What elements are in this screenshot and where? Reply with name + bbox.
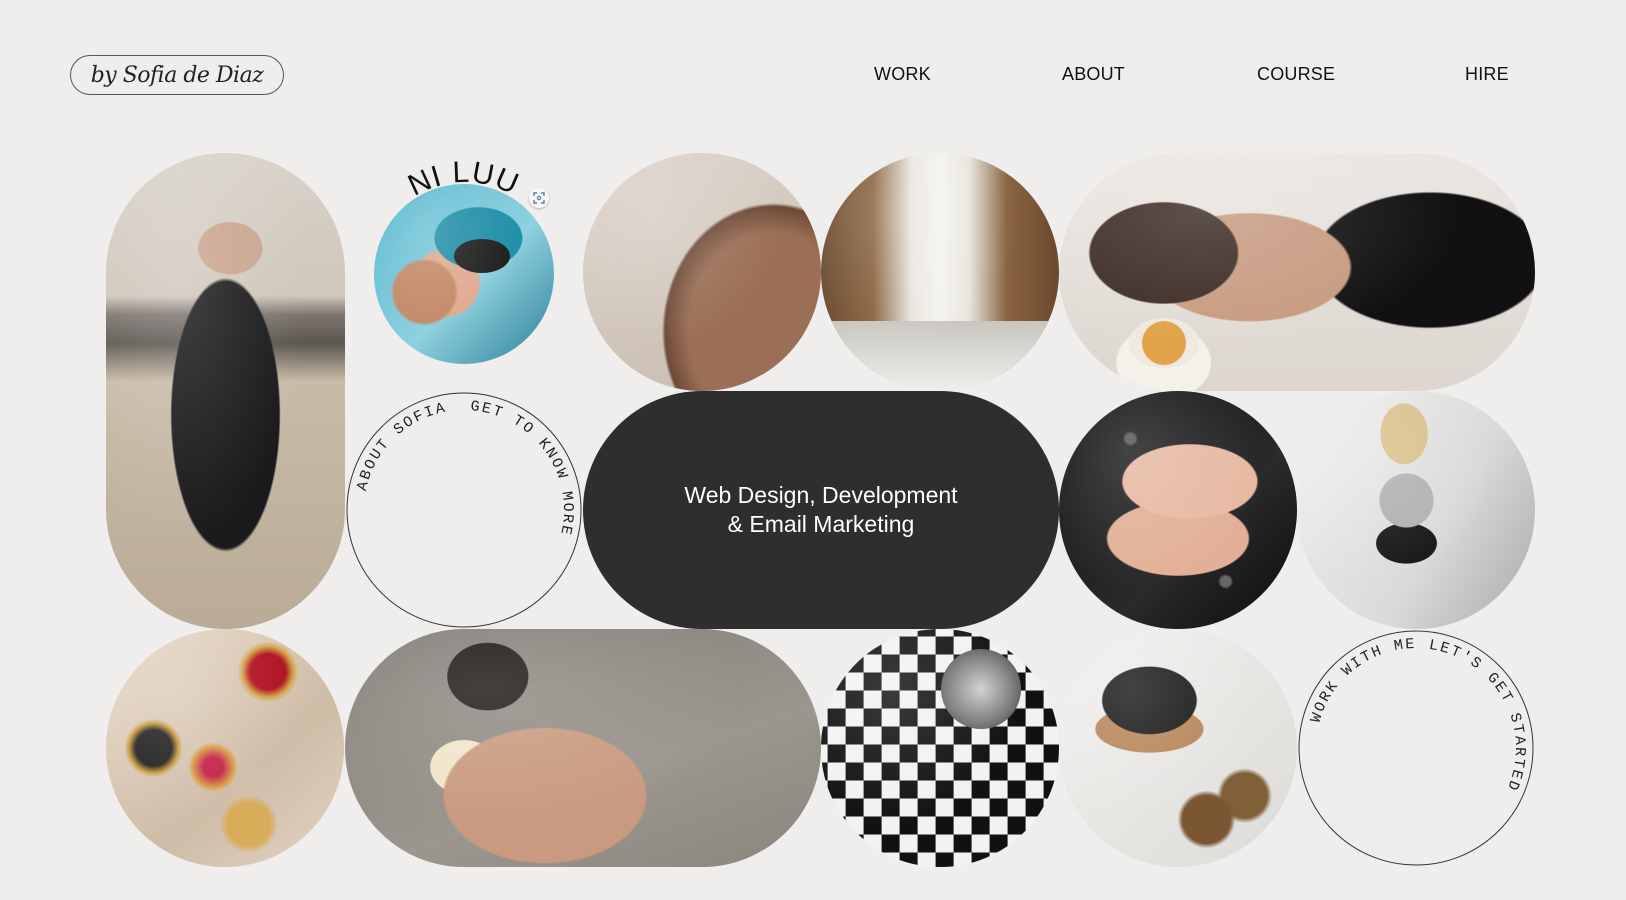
photo-niluu-avatar[interactable] — [374, 184, 554, 364]
chandelier-shape — [941, 649, 1021, 729]
photo-candle-cookies[interactable] — [1059, 629, 1297, 867]
cta-line-1: Web Design, Development — [684, 482, 958, 508]
svg-text:GET TO KNOW MORE: GET TO KNOW MORE — [470, 398, 576, 538]
about-ring-right-text: GET TO KNOW MORE — [470, 398, 574, 538]
nav-hire[interactable]: HIRE — [1465, 64, 1509, 85]
site-logo[interactable]: by Sofia de Diaz — [70, 55, 284, 95]
nav-about[interactable]: ABOUT — [1062, 64, 1125, 85]
expand-icon[interactable] — [529, 188, 549, 208]
work-with-me-ring[interactable]: WORK WITH ME LET'S GET STARTED — [1297, 629, 1535, 867]
about-ring-svg: ABOUT SOFIA GET TO KNOW MORE — [346, 392, 582, 628]
pasta-plate — [1129, 318, 1199, 368]
photo-blonde-woman[interactable] — [1297, 391, 1535, 629]
photo-woman-dark-suit[interactable] — [106, 153, 345, 629]
photo-gold-rings[interactable] — [106, 629, 344, 867]
cta-line-2: & Email Marketing — [727, 511, 915, 537]
services-cta-pill[interactable]: Web Design, Development & Email Marketin… — [583, 391, 1059, 629]
svg-text:LET'S GET STARTED: LET'S GET STARTED — [1428, 637, 1528, 794]
nav-course[interactable]: COURSE — [1257, 64, 1335, 85]
about-ring-top-text: ABOUT SOFIA — [354, 400, 446, 493]
photo-building-corridor[interactable] — [821, 153, 1059, 391]
photo-woman-lying[interactable] — [1059, 153, 1535, 391]
expand-glyph — [533, 192, 545, 204]
work-ring-right-text: LET'S GET STARTED — [1428, 637, 1526, 794]
photo-woman-hair-tool[interactable] — [345, 629, 821, 867]
svg-text:ABOUT SOFIA: ABOUT SOFIA — [354, 400, 448, 493]
about-sofia-ring[interactable]: ABOUT SOFIA GET TO KNOW MORE — [345, 391, 583, 629]
sunglasses-shape — [454, 239, 510, 273]
photo-staircase[interactable] — [821, 629, 1059, 867]
work-ring-svg: WORK WITH ME LET'S GET STARTED — [1298, 630, 1534, 866]
work-ring-top-text: WORK WITH ME — [1308, 636, 1415, 725]
nav-work[interactable]: WORK — [874, 64, 931, 85]
corridor-floor — [821, 321, 1059, 391]
svg-text:WORK WITH ME: WORK WITH ME — [1308, 636, 1417, 725]
photo-shoulder-closeup[interactable] — [583, 153, 821, 391]
photo-hands-rings[interactable] — [1059, 391, 1297, 629]
